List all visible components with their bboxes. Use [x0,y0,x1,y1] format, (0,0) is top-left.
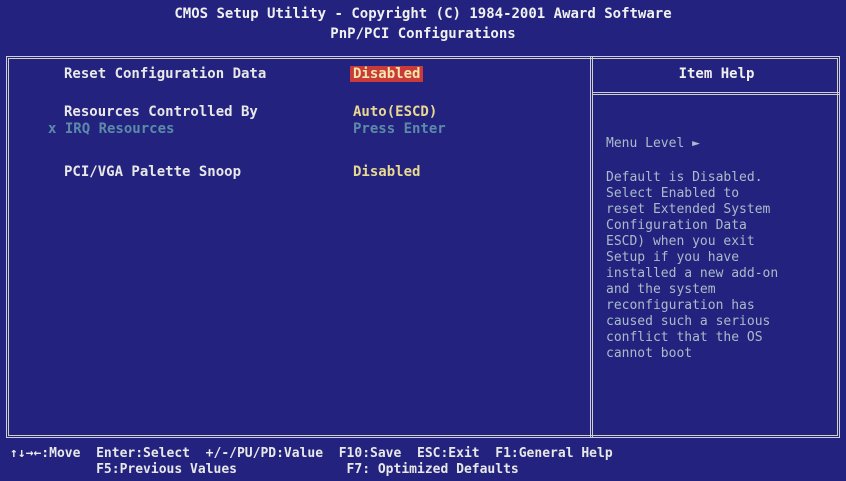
setting-value-reset-config[interactable]: Disabled [350,66,424,82]
help-description: Default is Disabled. Select Enabled to r… [606,170,779,361]
footer-line-2: F5:Previous Values F7: Optimized Default… [10,462,519,477]
panel-divider [590,56,593,438]
setting-label-pci-vga-snoop: PCI/VGA Palette Snoop [64,164,242,180]
item-help-title: Item Help [678,66,755,82]
header: CMOS Setup Utility - Copyright (C) 1984-… [0,0,846,50]
bios-screen: CMOS Setup Utility - Copyright (C) 1984-… [0,0,846,481]
setting-value-irq-resources[interactable]: Press Enter [353,121,446,137]
menu-level-indicator: Menu Level ► [606,136,700,151]
help-separator [593,92,840,95]
key-legend-footer: ↑↓→←:Move Enter:Select +/-/PU/PD:Value F… [0,440,846,481]
reset-config-value[interactable]: Disabled [350,66,424,82]
setting-label-irq-resources: x IRQ Resources [48,121,175,137]
setting-label-resources-controlled: Resources Controlled By [64,104,258,120]
header-subtitle: PnP/PCI Configurations [330,26,516,42]
footer-line-1: ↑↓→←:Move Enter:Select +/-/PU/PD:Value F… [10,446,613,461]
setting-label-reset-config: Reset Configuration Data [64,66,267,82]
header-title: CMOS Setup Utility - Copyright (C) 1984-… [174,6,672,22]
setting-value-pci-vga-snoop[interactable]: Disabled [353,164,420,180]
setting-value-resources-controlled[interactable]: Auto(ESCD) [353,104,437,120]
